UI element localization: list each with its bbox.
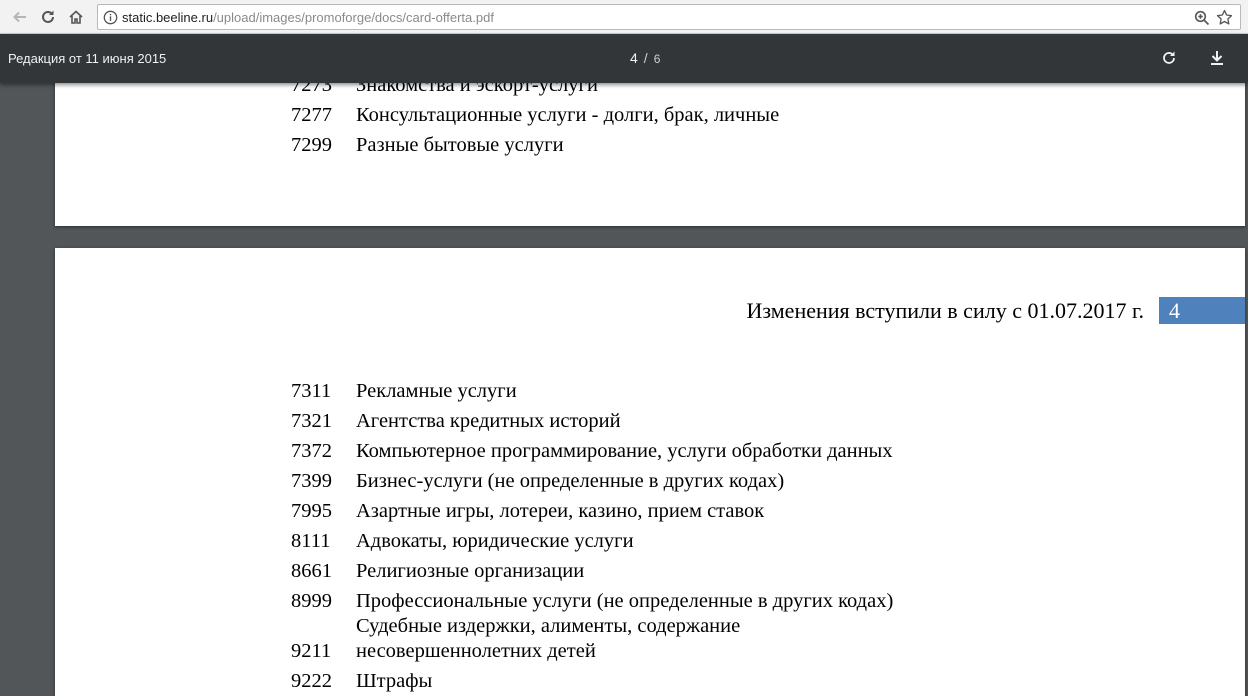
mcc-description: Бизнес-услуги (не определенные в других … — [356, 470, 785, 492]
mcc-description: Религиозные организации — [356, 560, 585, 582]
mcc-description-line2: несовершеннолетних детей — [356, 640, 596, 662]
mcc-code: 8661 — [291, 560, 332, 582]
code-row: 7399 Бизнес-услуги (не определенные в дру… — [291, 469, 784, 494]
pdf-page-3: 7273 Знакомства и эскорт-услуги 7277 Консу… — [55, 83, 1245, 226]
code-row: 8661 Религиозные организации — [291, 559, 584, 584]
code-row: 9222 Штрафы — [291, 669, 432, 694]
mcc-code: 7399 — [291, 470, 332, 492]
mcc-code: 8999 — [291, 590, 332, 612]
code-row: 7299 Разные бытовые услуги — [291, 133, 564, 158]
mcc-description: Рекламные услуги — [356, 380, 517, 402]
mcc-description: Профессиональные услуги (не определенные… — [356, 590, 894, 612]
mcc-code: 7995 — [291, 500, 332, 522]
mcc-code: 7299 — [291, 134, 332, 156]
document-title: Редакция от 11 июня 2015 — [8, 51, 167, 66]
page-indicator: 4 / 6 — [630, 49, 660, 68]
code-row: 7995 Азартные игры, лотереи, казино, прие… — [291, 499, 764, 524]
url-text: static.beeline.ru/upload/images/promofor… — [122, 9, 494, 26]
code-row: 7273 Знакомства и эскорт-услуги — [291, 83, 598, 98]
mcc-description: Агентства кредитных историй — [356, 410, 621, 432]
mcc-description: Компьютерное программирование, услуги об… — [356, 440, 893, 462]
pdf-toolbar: Редакция от 11 июня 2015 4 / 6 — [0, 34, 1248, 83]
mcc-description: Азартные игры, лотереи, казино, прием ст… — [356, 500, 765, 522]
url-path: /upload/images/promoforge/docs/card-offe… — [213, 10, 494, 25]
back-arrow-icon[interactable] — [8, 5, 32, 29]
mcc-description-line1: Судебные издержки, алименты, содержание — [356, 615, 741, 637]
current-page-input[interactable]: 4 — [630, 50, 638, 66]
code-row: 7277 Консультационные услуги - долги, бра… — [291, 103, 779, 128]
pdf-viewer[interactable]: 7273 Знакомства и эскорт-услуги 7277 Консу… — [0, 83, 1248, 696]
total-pages: 6 — [653, 52, 661, 66]
address-bar[interactable]: static.beeline.ru/upload/images/promofor… — [97, 4, 1241, 30]
page-number-tab: 4 — [1159, 297, 1245, 324]
mcc-code: 7273 — [291, 83, 332, 96]
page-header: Изменения вступили в силу с 01.07.2017 г… — [746, 298, 1144, 323]
code-row: 9211 несовершеннолетних детей — [291, 639, 596, 664]
mcc-description: Разные бытовые услуги — [356, 134, 564, 156]
mcc-description: Штрафы — [356, 670, 433, 692]
mcc-code: 7321 — [291, 410, 332, 432]
mcc-code: 8111 — [291, 530, 331, 552]
code-row: 7372 Компьютерное программирование, услуг… — [291, 439, 893, 464]
mcc-code: 7311 — [291, 380, 332, 402]
url-host: static.beeline.ru — [122, 10, 214, 25]
mcc-code: 7277 — [291, 104, 332, 126]
mcc-description: Консультационные услуги - долги, брак, л… — [356, 104, 780, 126]
code-row: 7321 Агентства кредитных историй — [291, 409, 621, 434]
mcc-description: Адвокаты, юридические услуги — [356, 530, 634, 552]
code-row: 8999 Профессиональные услуги (не определе… — [291, 589, 893, 614]
mcc-code: 9222 — [291, 670, 332, 692]
mcc-code: 7372 — [291, 440, 332, 462]
info-icon[interactable] — [103, 10, 118, 25]
reload-icon[interactable] — [36, 5, 60, 29]
browser-chrome: static.beeline.ru/upload/images/promofor… — [0, 0, 1248, 34]
download-icon[interactable] — [1207, 48, 1227, 68]
mcc-description: Знакомства и эскорт-услуги — [356, 83, 598, 96]
rotate-icon[interactable] — [1159, 48, 1179, 68]
mcc-code: 9211 — [291, 640, 332, 662]
zoom-icon[interactable] — [1194, 10, 1210, 26]
home-icon[interactable] — [64, 5, 88, 29]
page-separator: / — [643, 50, 648, 66]
pdf-page-4: Изменения вступили в силу с 01.07.2017 г… — [55, 248, 1245, 696]
code-row: 8111 Адвокаты, юридические услуги — [291, 529, 634, 554]
code-row: 7311 Рекламные услуги — [291, 379, 517, 404]
star-icon[interactable] — [1216, 9, 1233, 26]
